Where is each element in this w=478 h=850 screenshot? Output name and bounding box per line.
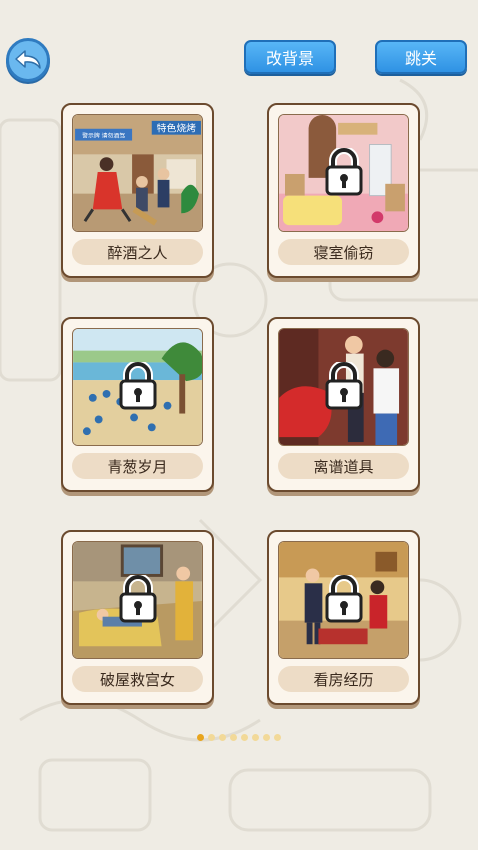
change-background-button[interactable]: 改背景: [244, 40, 336, 74]
level-card-2[interactable]: 寝室偷窃: [267, 103, 420, 278]
level-thumbnail: [278, 328, 409, 446]
lock-icon: [119, 575, 156, 623]
level-title: 醉酒之人: [72, 239, 203, 265]
lock-icon: [325, 148, 362, 196]
level-thumbnail: [72, 541, 203, 659]
lock-icon: [119, 362, 156, 410]
level-card-3[interactable]: 青葱岁月: [61, 317, 214, 492]
page-dot-3[interactable]: [219, 734, 226, 741]
street-sign-text: 警示牌 请勿酒驾: [82, 132, 125, 140]
page-dot-4[interactable]: [230, 734, 237, 741]
back-arrow-icon: [15, 50, 41, 69]
page-dot-6[interactable]: [252, 734, 259, 741]
skip-level-button[interactable]: 跳关: [375, 40, 467, 74]
page-dot-1[interactable]: [197, 734, 204, 741]
level-title: 寝室偷窃: [278, 239, 409, 265]
page-dot-5[interactable]: [241, 734, 248, 741]
level-title: 青葱岁月: [72, 453, 203, 479]
level-thumbnail: [72, 328, 203, 446]
page-dot-8[interactable]: [274, 734, 281, 741]
level-thumbnail: 特色烧烤 警示牌 请勿酒驾: [72, 114, 203, 232]
level-thumbnail: [278, 541, 409, 659]
page-dot-2[interactable]: [208, 734, 215, 741]
level-card-1[interactable]: 特色烧烤 警示牌 请勿酒驾 醉酒之人: [61, 103, 214, 278]
level-card-4[interactable]: 离谱道具: [267, 317, 420, 492]
page-dot-7[interactable]: [263, 734, 270, 741]
level-card-5[interactable]: 破屋救宫女: [61, 530, 214, 705]
pagination-dots: [0, 734, 478, 741]
lock-icon: [325, 575, 362, 623]
level-thumbnail: [278, 114, 409, 232]
level-title: 破屋救宫女: [72, 666, 203, 692]
level-card-6[interactable]: 看房经历: [267, 530, 420, 705]
shop-sign-text: 特色烧烤: [157, 122, 196, 135]
level-title: 离谱道具: [278, 453, 409, 479]
level-title: 看房经历: [278, 666, 409, 692]
back-button[interactable]: [6, 38, 50, 82]
lock-icon: [325, 362, 362, 410]
